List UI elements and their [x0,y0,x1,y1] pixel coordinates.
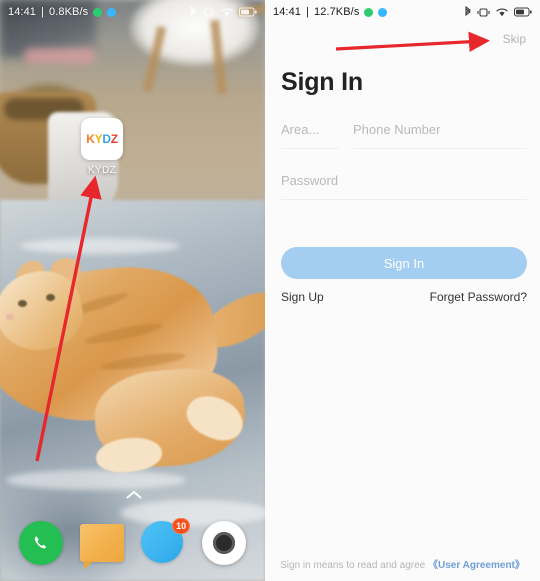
dock-item-messages[interactable] [79,521,124,570]
notification-dot-green-icon [93,7,103,17]
bluetooth-icon [464,6,472,18]
agreement-text: Sign in means to read and agree 《User Ag… [265,556,540,571]
wifi-icon [220,7,234,18]
kydz-letter-k: K [86,132,95,146]
phone-icon[interactable] [18,521,63,565]
area-code-input[interactable]: Area... [281,122,339,149]
notification-dot-green-icon [364,7,374,17]
status-bar-signin: 14:41 | 12.7KB/s [265,0,540,24]
status-separator: | [41,6,44,18]
battery-icon [514,7,532,17]
app-icon-label: KYDZ [87,165,117,176]
sign-in-form: Area... Phone Number Password [281,122,527,200]
auth-links: Sign Up Forget Password? [281,290,527,304]
home-screen-panel: 14:41 | 0.8KB/s KYDZ KYDZ 10 [0,0,265,581]
battery-icon [239,7,257,17]
dock-item-camera[interactable] [202,521,247,565]
kydz-logo-text: KYDZ [86,133,118,145]
phone-number-input[interactable]: Phone Number [353,122,527,149]
dock: 10 [0,513,265,573]
vibrate-icon [477,7,490,18]
sign-in-button[interactable]: Sign In [281,247,527,279]
sign-up-link[interactable]: Sign Up [281,290,324,304]
messages-icon[interactable] [79,524,124,570]
forget-password-link[interactable]: Forget Password? [430,290,527,304]
notification-dot-blue-icon [107,7,117,17]
screenshot-root: 14:41 | 0.8KB/s KYDZ KYDZ 10 14:41 | 12.… [0,0,540,581]
status-net-speed: 0.8KB/s [49,6,89,18]
vibrate-icon [202,7,215,18]
dock-item-phone[interactable] [18,521,63,565]
app-icon-kydz[interactable]: KYDZ KYDZ [79,118,125,176]
status-net-speed: 12.7KB/s [314,6,360,18]
badge-count: 10 [172,518,191,534]
bluetooth-icon [189,6,197,18]
user-agreement-link[interactable]: 《User Agreement》 [428,560,525,571]
status-separator: | [306,6,309,18]
status-time: 14:41 [273,6,302,18]
chevron-up-icon [126,491,142,499]
agreement-prefix: Sign in means to read and agree [280,560,426,571]
dock-item-browser[interactable]: 10 [141,518,191,565]
status-time: 14:41 [8,6,37,18]
phone-row: Area... Phone Number [281,122,527,149]
camera-icon[interactable] [202,521,247,565]
skip-button[interactable]: Skip [503,32,526,46]
page-title: Sign In [281,68,363,96]
kydz-icon[interactable]: KYDZ [81,118,123,160]
notification-dot-blue-icon [378,7,388,17]
password-input[interactable]: Password [281,173,527,200]
status-bar-home: 14:41 | 0.8KB/s [0,0,265,24]
kydz-letter-z: Z [110,132,118,146]
sign-in-panel: 14:41 | 12.7KB/s Skip Sign In Area... Ph… [265,0,540,581]
kydz-letter-d: D [102,132,111,146]
app-drawer-handle[interactable] [126,487,142,505]
wifi-icon [495,7,509,18]
